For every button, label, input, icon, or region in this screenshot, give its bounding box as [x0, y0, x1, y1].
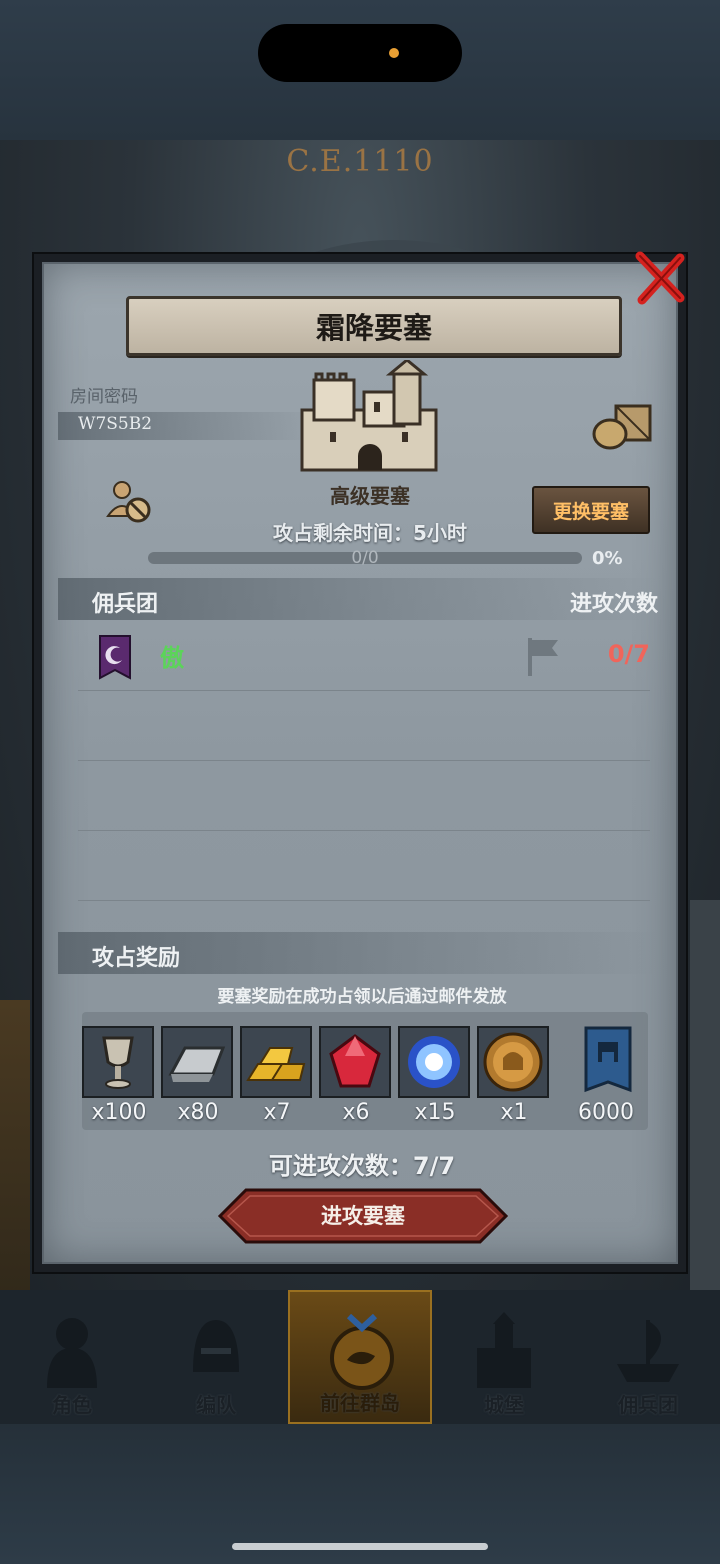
reward-item[interactable]: x80: [161, 1026, 235, 1125]
reward-quantity: x7: [263, 1100, 291, 1125]
nav-label: 编队: [196, 1393, 236, 1417]
castle-icon: [477, 1312, 531, 1388]
ruby-icon: [319, 1026, 391, 1098]
blue-crystal-icon: [398, 1026, 470, 1098]
nav-label: 角色: [52, 1393, 92, 1417]
change-fort-button[interactable]: 更换要塞: [532, 486, 650, 534]
attacks-available: 可进攻次数：7/7: [268, 1152, 456, 1180]
rewards-header: 攻占奖励: [92, 946, 181, 971]
nav-item-formation[interactable]: 编队: [144, 1290, 288, 1424]
rewards-mail-note: 要塞奖励在成功占领以后通过邮件发放: [217, 987, 507, 1007]
reward-item[interactable]: x15: [398, 1026, 472, 1125]
home-indicator[interactable]: [232, 1543, 488, 1550]
empty-row: [78, 832, 650, 901]
dialog-body: 霜降要塞 房间密码 W7S5B2 高级要塞 攻占剩余时间：5小时 更换要塞 0/…: [42, 262, 678, 1264]
attack-fort-button[interactable]: 进攻要塞: [217, 1188, 509, 1244]
nav-item-mercenaries[interactable]: 佣兵团: [576, 1290, 720, 1424]
flag-icon: [528, 638, 558, 676]
guild-name: 傲: [160, 644, 184, 672]
attack-count: 0/7: [607, 640, 650, 668]
status-area: [0, 0, 720, 140]
attack-button-label: 进攻要塞: [321, 1204, 405, 1228]
reward-item[interactable]: x1: [477, 1026, 551, 1125]
era-label: C.E.1110: [286, 144, 434, 179]
no-entry-person-icon[interactable]: [106, 478, 154, 526]
room-password-value: W7S5B2: [78, 414, 153, 434]
supply-bag-icon[interactable]: [592, 400, 654, 450]
island-map-icon: [330, 1314, 394, 1390]
reward-quantity: x15: [414, 1100, 456, 1125]
reward-quantity: x100: [91, 1100, 147, 1125]
reward-item[interactable]: 6000: [572, 1026, 646, 1125]
gold-bars-icon: [240, 1026, 312, 1098]
nav-label: 城堡: [484, 1393, 524, 1417]
rewards-section-header: 攻占奖励: [58, 932, 658, 974]
reward-quantity: x1: [500, 1100, 528, 1125]
dialog-title: 霜降要塞: [126, 296, 622, 356]
close-icon[interactable]: [632, 250, 688, 306]
reward-item[interactable]: x100: [82, 1026, 156, 1125]
bottom-nav: 角色 编队 前往群岛 城堡 佣兵团: [0, 1290, 720, 1424]
nav-item-islands[interactable]: 前往群岛: [288, 1290, 432, 1424]
capture-progress-percent: 0%: [592, 548, 623, 569]
dynamic-island: [258, 24, 462, 82]
reward-quantity: 6000: [578, 1100, 634, 1125]
room-password-strip: W7S5B2: [58, 412, 318, 440]
nav-item-character[interactable]: 角色: [0, 1290, 144, 1424]
nav-label: 前往群岛: [320, 1391, 400, 1415]
knight-coin-icon: [477, 1026, 549, 1098]
nav-item-castle[interactable]: 城堡: [432, 1290, 576, 1424]
guild-banner-icon: [99, 635, 131, 680]
capture-progress-text: 0/0: [351, 548, 379, 568]
mercenary-row[interactable]: 傲 0/7: [78, 622, 650, 691]
reward-item[interactable]: x7: [240, 1026, 314, 1125]
fortress-dialog: 霜降要塞 房间密码 W7S5B2 高级要塞 攻占剩余时间：5小时 更换要塞 0/…: [32, 250, 688, 1274]
reward-item[interactable]: x6: [319, 1026, 393, 1125]
reward-quantity: x80: [177, 1100, 219, 1125]
rewards-panel: x100 x80 x7 x6 x15 x1 6000: [82, 1012, 648, 1130]
reward-quantity: x6: [342, 1100, 370, 1125]
iron-ingot-icon: [161, 1026, 233, 1098]
ship-icon: [617, 1320, 679, 1382]
empty-row: [78, 762, 650, 831]
room-password-label: 房间密码: [70, 387, 138, 407]
mercenary-section-header: 佣兵团 进攻次数: [58, 578, 658, 620]
helmet-icon: [193, 1320, 239, 1372]
attack-count-header: 进攻次数: [569, 592, 658, 617]
castle-banner-icon: [572, 1026, 644, 1098]
empty-row: [78, 692, 650, 761]
fortress-castle-icon: [300, 360, 438, 472]
mercenary-header: 佣兵团: [92, 592, 159, 617]
nav-label: 佣兵团: [618, 1393, 678, 1417]
goblet-icon: [82, 1026, 154, 1098]
camera-indicator-dot: [389, 48, 399, 58]
knight-icon: [47, 1318, 97, 1388]
